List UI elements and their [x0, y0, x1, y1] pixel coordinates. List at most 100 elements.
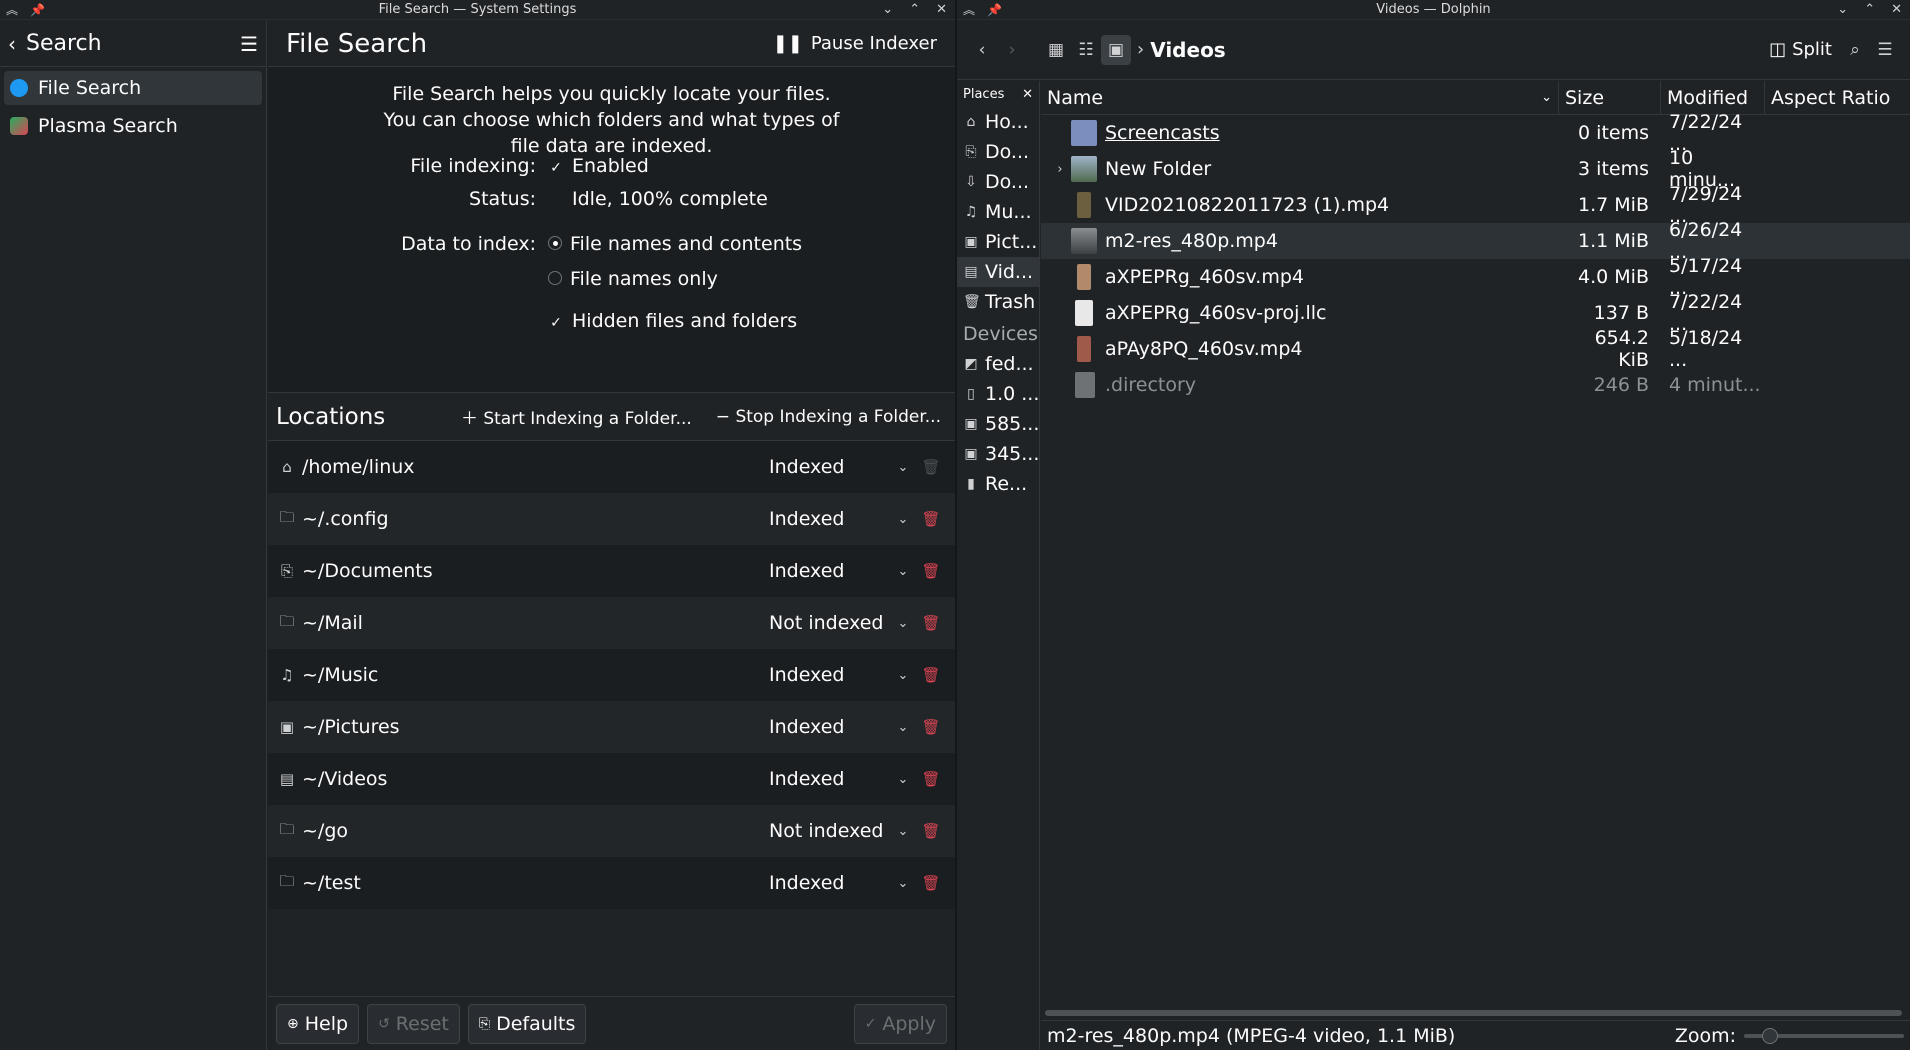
location-status[interactable]: Indexed: [769, 664, 889, 686]
horizontal-scrollbar[interactable]: [1045, 1010, 1902, 1016]
file-row[interactable]: › New Folder 3 items 10 minu...: [1041, 147, 1910, 191]
location-row[interactable]: ⌂ /home/linux Indexed ⌄ 🗑: [268, 441, 955, 493]
location-status[interactable]: Indexed: [769, 560, 889, 582]
close-icon[interactable]: ✕: [1022, 87, 1033, 102]
chevron-down-icon[interactable]: ⌄: [889, 616, 917, 631]
keep-above-icon[interactable]: ︽: [6, 0, 18, 20]
place-pictures[interactable]: ▣ Pict...: [957, 227, 1039, 257]
chevron-down-icon[interactable]: ⌄: [889, 720, 917, 735]
search-icon[interactable]: ⌕: [1840, 35, 1870, 65]
location-row[interactable]: 🗀 ~/Mail Not indexed ⌄ 🗑: [268, 597, 955, 649]
chevron-down-icon[interactable]: ⌄: [889, 824, 917, 839]
trash-icon[interactable]: 🗑: [917, 614, 945, 632]
sidebar-item-file-search[interactable]: File Search: [4, 71, 262, 105]
trash-icon[interactable]: 🗑: [917, 770, 945, 788]
file-row[interactable]: aXPEPRg_460sv-proj.llc 137 B 7/22/24 ...: [1041, 291, 1910, 335]
icons-view-icon[interactable]: ▦: [1041, 35, 1071, 65]
location-status[interactable]: Not indexed: [769, 820, 889, 842]
place-documents[interactable]: ⎘ Do...: [957, 137, 1039, 167]
chevron-down-icon[interactable]: ⌄: [889, 772, 917, 787]
location-row[interactable]: ▤ ~/Videos Indexed ⌄ 🗑: [268, 753, 955, 805]
location-status[interactable]: Not indexed: [769, 612, 889, 634]
start-indexing-button[interactable]: ＋ Start Indexing a Folder...: [461, 404, 692, 429]
trash-icon[interactable]: 🗑: [917, 562, 945, 580]
help-button[interactable]: ⊕ Help: [276, 1003, 360, 1044]
file-row-selected[interactable]: m2-res_480p.mp4 1.1 MiB 6/26/24 ...: [1041, 219, 1910, 263]
hamburger-menu-icon[interactable]: ☰: [1870, 35, 1900, 65]
titlebar[interactable]: ︽ 📌 Videos — Dolphin ⌄ ⌃ ✕: [957, 0, 1910, 20]
file-row[interactable]: .directory 246 B 4 minut...: [1041, 367, 1910, 403]
pin-icon[interactable]: 📌: [987, 0, 1002, 20]
chevron-down-icon[interactable]: ⌄: [889, 668, 917, 683]
titlebar[interactable]: ︽ 📌 File Search — System Settings ⌄ ⌃ ✕: [0, 0, 955, 20]
pin-icon[interactable]: 📌: [30, 0, 45, 20]
radio-names-only[interactable]: File names only: [548, 268, 718, 290]
device-item[interactable]: ▮ Re...: [957, 469, 1039, 499]
close-icon[interactable]: ✕: [936, 0, 947, 20]
maximize-icon[interactable]: ⌃: [1864, 0, 1875, 20]
trash-icon[interactable]: 🗑: [917, 666, 945, 684]
radio-names-contents[interactable]: File names and contents: [548, 233, 802, 255]
breadcrumb[interactable]: Videos: [1150, 38, 1226, 62]
close-icon[interactable]: ✕: [1891, 0, 1902, 20]
chevron-down-icon[interactable]: ⌄: [889, 876, 917, 891]
column-aspect-ratio[interactable]: Aspect Ratio: [1765, 81, 1910, 115]
hidden-files-checkbox[interactable]: ✓ Hidden files and folders: [548, 310, 797, 332]
place-home[interactable]: ⌂ Ho...: [957, 107, 1039, 137]
file-row[interactable]: Screencasts 0 items 7/22/24 ...: [1041, 111, 1910, 155]
details-view-icon[interactable]: ▣: [1101, 34, 1131, 65]
defaults-button[interactable]: ⎘ Defaults: [467, 1003, 587, 1044]
location-row[interactable]: 🗀 ~/test Indexed ⌄ 🗑: [268, 857, 955, 909]
file-row[interactable]: VID20210822011723 (1).mp4 1.7 MiB 7/29/2…: [1041, 183, 1910, 227]
location-status[interactable]: Indexed: [769, 768, 889, 790]
compact-view-icon[interactable]: ☷: [1071, 35, 1101, 65]
split-button[interactable]: ◫ Split: [1769, 39, 1832, 60]
device-item[interactable]: ▣ 585...: [957, 409, 1039, 439]
apply-button[interactable]: ✓ Apply: [853, 1003, 947, 1044]
zoom-slider[interactable]: [1744, 1027, 1904, 1044]
file-row[interactable]: aXPEPRg_460sv.mp4 4.0 MiB 5/17/24 ...: [1041, 255, 1910, 299]
zoom-slider-handle[interactable]: [1762, 1027, 1778, 1044]
file-indexing-checkbox[interactable]: ✓ Enabled: [548, 155, 649, 177]
hamburger-menu-icon[interactable]: ☰: [240, 32, 258, 56]
location-row[interactable]: ⎘ ~/Documents Indexed ⌄ 🗑: [268, 545, 955, 597]
chevron-down-icon[interactable]: ⌄: [889, 460, 917, 475]
trash-icon[interactable]: 🗑: [917, 510, 945, 528]
file-row[interactable]: aPAy8PQ_460sv.mp4 654.2 KiB 5/18/24 ...: [1041, 327, 1910, 371]
location-row[interactable]: ♫ ~/Music Indexed ⌄ 🗑: [268, 649, 955, 701]
column-name[interactable]: Name ⌄: [1041, 80, 1559, 115]
location-row[interactable]: ▣ ~/Pictures Indexed ⌄ 🗑: [268, 701, 955, 753]
place-downloads[interactable]: ⇩ Do...: [957, 167, 1039, 197]
back-icon[interactable]: ‹: [8, 32, 16, 56]
device-item[interactable]: ◩ fed...: [957, 349, 1039, 379]
location-status[interactable]: Indexed: [769, 508, 889, 530]
reset-button[interactable]: ↺ Reset: [367, 1003, 460, 1044]
minimize-icon[interactable]: ⌄: [882, 0, 893, 20]
maximize-icon[interactable]: ⌃: [909, 0, 920, 20]
location-row[interactable]: 🗀 ~/go Not indexed ⌄ 🗑: [268, 805, 955, 857]
forward-icon[interactable]: ›: [997, 35, 1027, 65]
column-modified[interactable]: Modified: [1661, 80, 1765, 115]
trash-icon[interactable]: 🗑: [917, 718, 945, 736]
place-music[interactable]: ♫ Mu...: [957, 197, 1039, 227]
chevron-down-icon[interactable]: ⌄: [889, 564, 917, 579]
back-icon[interactable]: ‹: [967, 35, 997, 65]
location-status[interactable]: Indexed: [769, 456, 889, 478]
chevron-down-icon[interactable]: ⌄: [889, 512, 917, 527]
keep-above-icon[interactable]: ︽: [963, 0, 975, 20]
sidebar-item-plasma-search[interactable]: Plasma Search: [4, 109, 262, 143]
location-status[interactable]: Indexed: [769, 872, 889, 894]
column-size[interactable]: Size: [1559, 80, 1661, 115]
trash-icon[interactable]: 🗑: [917, 822, 945, 840]
place-trash[interactable]: 🗑 Trash: [957, 287, 1039, 317]
stop-indexing-button[interactable]: − Stop Indexing a Folder...: [716, 407, 941, 427]
place-videos[interactable]: ▤ Vid...: [957, 257, 1039, 287]
expand-chevron-icon[interactable]: ›: [1049, 162, 1071, 177]
device-item[interactable]: ▯ 1.0 ...: [957, 379, 1039, 409]
minimize-icon[interactable]: ⌄: [1837, 0, 1848, 20]
location-row[interactable]: 🗀 ~/.config Indexed ⌄ 🗑: [268, 493, 955, 545]
trash-icon[interactable]: 🗑: [917, 874, 945, 892]
device-item[interactable]: ▣ 345...: [957, 439, 1039, 469]
pause-indexer-button[interactable]: ❚❚ Pause Indexer: [773, 33, 937, 54]
location-status[interactable]: Indexed: [769, 716, 889, 738]
